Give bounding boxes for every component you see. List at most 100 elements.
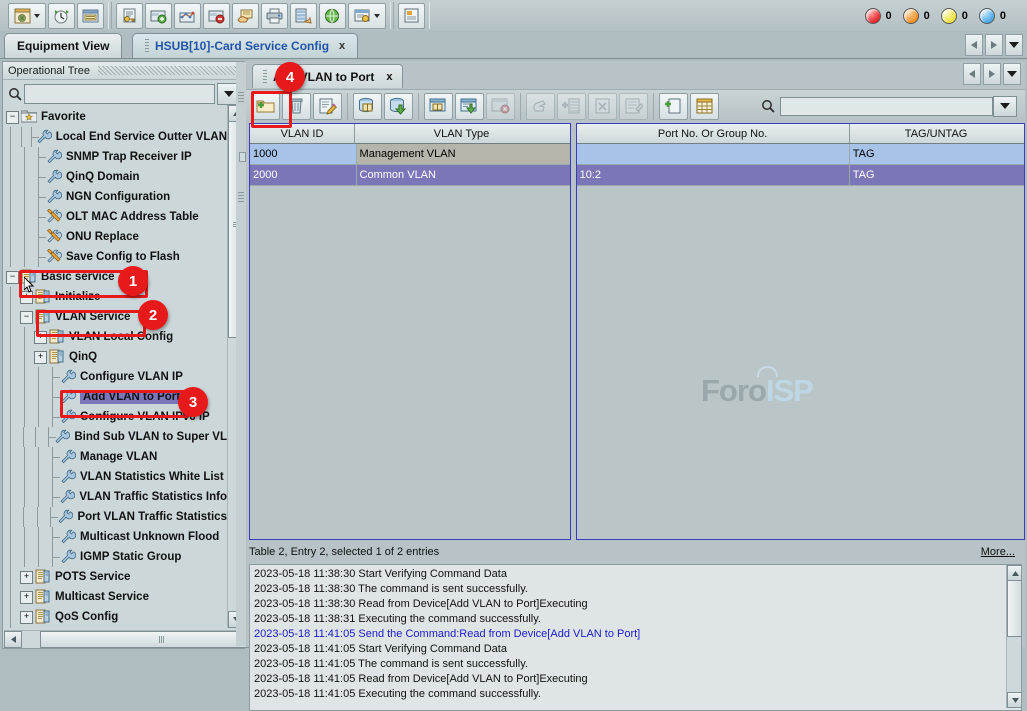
device-list-button[interactable] bbox=[77, 3, 104, 29]
tree-item-add-vlan-to-port[interactable]: Add VLAN to Port bbox=[4, 387, 227, 407]
content-tab-prev-button[interactable] bbox=[963, 63, 981, 85]
template-button[interactable] bbox=[619, 93, 648, 120]
column-header-port-no[interactable]: Port No. Or Group No. bbox=[577, 124, 850, 143]
new-view-button[interactable] bbox=[8, 3, 46, 29]
hand-card-icon-button[interactable] bbox=[232, 3, 259, 29]
tree-item-multicast-service[interactable]: +Multicast Service bbox=[4, 587, 227, 607]
tab-card-service-config[interactable]: HSUB[10]-Card Service Config x bbox=[132, 33, 358, 58]
content-search-input[interactable] bbox=[780, 97, 993, 116]
tree-item-vlan-statistics-white-list[interactable]: VLAN Statistics White List bbox=[4, 467, 227, 487]
tree-item-manage-vlan[interactable]: Manage VLAN bbox=[4, 447, 227, 467]
tab-next-button[interactable] bbox=[985, 34, 1003, 56]
grid-view-button[interactable] bbox=[690, 93, 719, 120]
tree-item-configure-vlan-ipv6-ip[interactable]: Configure VLAN IPv6 IP bbox=[4, 407, 227, 427]
more-link[interactable]: More... bbox=[981, 546, 1019, 558]
tab-list-button[interactable] bbox=[1005, 34, 1023, 56]
content-search-dropdown-button[interactable] bbox=[993, 96, 1017, 117]
tab-add-vlan-to-port[interactable]: Add VLAN to Port x bbox=[252, 64, 403, 88]
log-panel[interactable]: 2023-05-18 11:38:30 Start Verifying Comm… bbox=[249, 564, 1022, 711]
tree-horizontal-scrollbar[interactable] bbox=[4, 630, 243, 647]
tree-item-basic-service[interactable]: −Basic service bbox=[4, 267, 227, 287]
scheduled-task-button[interactable] bbox=[48, 3, 75, 29]
print-button[interactable] bbox=[261, 3, 288, 29]
tree-item-bind-sub-vlan-to-super-vl[interactable]: Bind Sub VLAN to Super VL bbox=[4, 427, 227, 447]
tree-item-vlan-service[interactable]: −VLAN Service bbox=[4, 307, 227, 327]
tab-prev-button[interactable] bbox=[965, 34, 983, 56]
tree-toggle-expand[interactable]: + bbox=[34, 351, 47, 364]
table-row[interactable]: 1000 Management VLAN bbox=[250, 144, 570, 165]
clear-rows-button[interactable] bbox=[486, 93, 515, 120]
tree-item-multicast-unknown-flood[interactable]: Multicast Unknown Flood bbox=[4, 527, 227, 547]
log-vertical-scrollbar[interactable] bbox=[1006, 565, 1021, 708]
tab-equipment-view[interactable]: Equipment View bbox=[4, 33, 122, 58]
column-header-vlan-id[interactable]: VLAN ID bbox=[250, 124, 355, 143]
rack-view-button[interactable] bbox=[290, 3, 317, 29]
read-from-device-button[interactable] bbox=[353, 93, 382, 120]
vlan-table[interactable]: VLAN ID VLAN Type 1000 Management VLAN 2… bbox=[249, 123, 571, 540]
alarm-dot-minor[interactable] bbox=[941, 8, 957, 24]
copy-row-button[interactable] bbox=[424, 93, 453, 120]
scroll-up-button[interactable] bbox=[1007, 565, 1022, 581]
alarm-dot-critical[interactable] bbox=[865, 8, 881, 24]
tree-item-pots-service[interactable]: +POTS Service bbox=[4, 567, 227, 587]
tree-item-system-control[interactable]: +System Control bbox=[4, 627, 227, 628]
help-button[interactable] bbox=[398, 3, 425, 29]
tree-item-vlan-local-config[interactable]: +VLAN Local Config bbox=[4, 327, 227, 347]
tree-item-qos-config[interactable]: +QoS Config bbox=[4, 607, 227, 627]
tree-toggle-collapse[interactable]: − bbox=[6, 111, 19, 124]
tree-item-snmp-trap-receiver-ip[interactable]: SNMP Trap Receiver IP bbox=[4, 147, 227, 167]
global-config-button[interactable] bbox=[319, 3, 346, 29]
tree-item-qinq-domain[interactable]: QinQ Domain bbox=[4, 167, 227, 187]
tree-toggle-expand[interactable]: + bbox=[20, 611, 33, 624]
tree-toggle-expand[interactable]: + bbox=[34, 331, 47, 344]
scrollbar-thumb[interactable] bbox=[1007, 580, 1022, 637]
apply-button[interactable] bbox=[526, 93, 555, 120]
column-header-tag-untag[interactable]: TAG/UNTAG bbox=[850, 124, 1023, 143]
table-row[interactable]: 2000 Common VLAN bbox=[250, 165, 570, 186]
tree-item-vlan-traffic-statistics-info[interactable]: VLAN Traffic Statistics Info bbox=[4, 487, 227, 507]
tree-toggle-expand[interactable]: + bbox=[20, 571, 33, 584]
modify-record-button[interactable] bbox=[313, 93, 342, 120]
tree-item-qinq[interactable]: +QinQ bbox=[4, 347, 227, 367]
tree-toggle-expand[interactable]: + bbox=[20, 591, 33, 604]
tree-item-local-end-service-outter-vlan[interactable]: Local End Service Outter VLAN bbox=[4, 127, 227, 147]
tree-item-initialize[interactable]: +Initialize bbox=[4, 287, 227, 307]
delete-record-button[interactable] bbox=[282, 93, 311, 120]
panel-splitter[interactable] bbox=[236, 62, 246, 646]
tree-toggle-expand[interactable]: + bbox=[20, 291, 33, 304]
tree-toggle-collapse[interactable]: − bbox=[6, 271, 19, 284]
table-row[interactable]: 10:2 TAG bbox=[577, 165, 1024, 186]
column-header-vlan-type[interactable]: VLAN Type bbox=[355, 124, 568, 143]
scroll-left-button[interactable] bbox=[4, 631, 22, 648]
new-entry-button[interactable] bbox=[659, 93, 688, 120]
close-icon[interactable]: x bbox=[386, 71, 392, 83]
tree-search-input[interactable] bbox=[24, 84, 215, 104]
remove-device-button[interactable] bbox=[203, 3, 230, 29]
table-row[interactable]: TAG bbox=[577, 144, 1024, 165]
topology-button[interactable] bbox=[174, 3, 201, 29]
paste-row-button[interactable] bbox=[455, 93, 484, 120]
close-icon[interactable]: x bbox=[339, 40, 345, 52]
tree-item-save-config-to-flash[interactable]: Save Config to Flash bbox=[4, 247, 227, 267]
tree-item-igmp-static-group[interactable]: IGMP Static Group bbox=[4, 547, 227, 567]
write-to-device-button[interactable] bbox=[384, 93, 413, 120]
scrollbar-track[interactable] bbox=[22, 631, 225, 647]
export-excel-button[interactable] bbox=[588, 93, 617, 120]
tree-scroll-area[interactable]: −FavoriteLocal End Service Outter VLANSN… bbox=[4, 105, 243, 628]
tree-item-favorite[interactable]: −Favorite bbox=[4, 107, 227, 127]
insert-row-button[interactable] bbox=[557, 93, 586, 120]
permission-button[interactable] bbox=[116, 3, 143, 29]
alarm-dot-major[interactable] bbox=[903, 8, 919, 24]
report-button[interactable] bbox=[348, 3, 386, 29]
tree-item-ngn-configuration[interactable]: NGN Configuration bbox=[4, 187, 227, 207]
tree-item-configure-vlan-ip[interactable]: Configure VLAN IP bbox=[4, 367, 227, 387]
content-tab-next-button[interactable] bbox=[983, 63, 1001, 85]
add-device-button[interactable] bbox=[145, 3, 172, 29]
tree-item-olt-mac-address-table[interactable]: OLT MAC Address Table bbox=[4, 207, 227, 227]
scroll-down-button[interactable] bbox=[1007, 692, 1022, 708]
alarm-dot-warning[interactable] bbox=[979, 8, 995, 24]
tree-item-port-vlan-traffic-statistics[interactable]: Port VLAN Traffic Statistics bbox=[4, 507, 227, 527]
add-record-button[interactable] bbox=[251, 93, 280, 120]
content-tab-list-button[interactable] bbox=[1003, 63, 1021, 85]
tree-toggle-collapse[interactable]: − bbox=[20, 311, 33, 324]
